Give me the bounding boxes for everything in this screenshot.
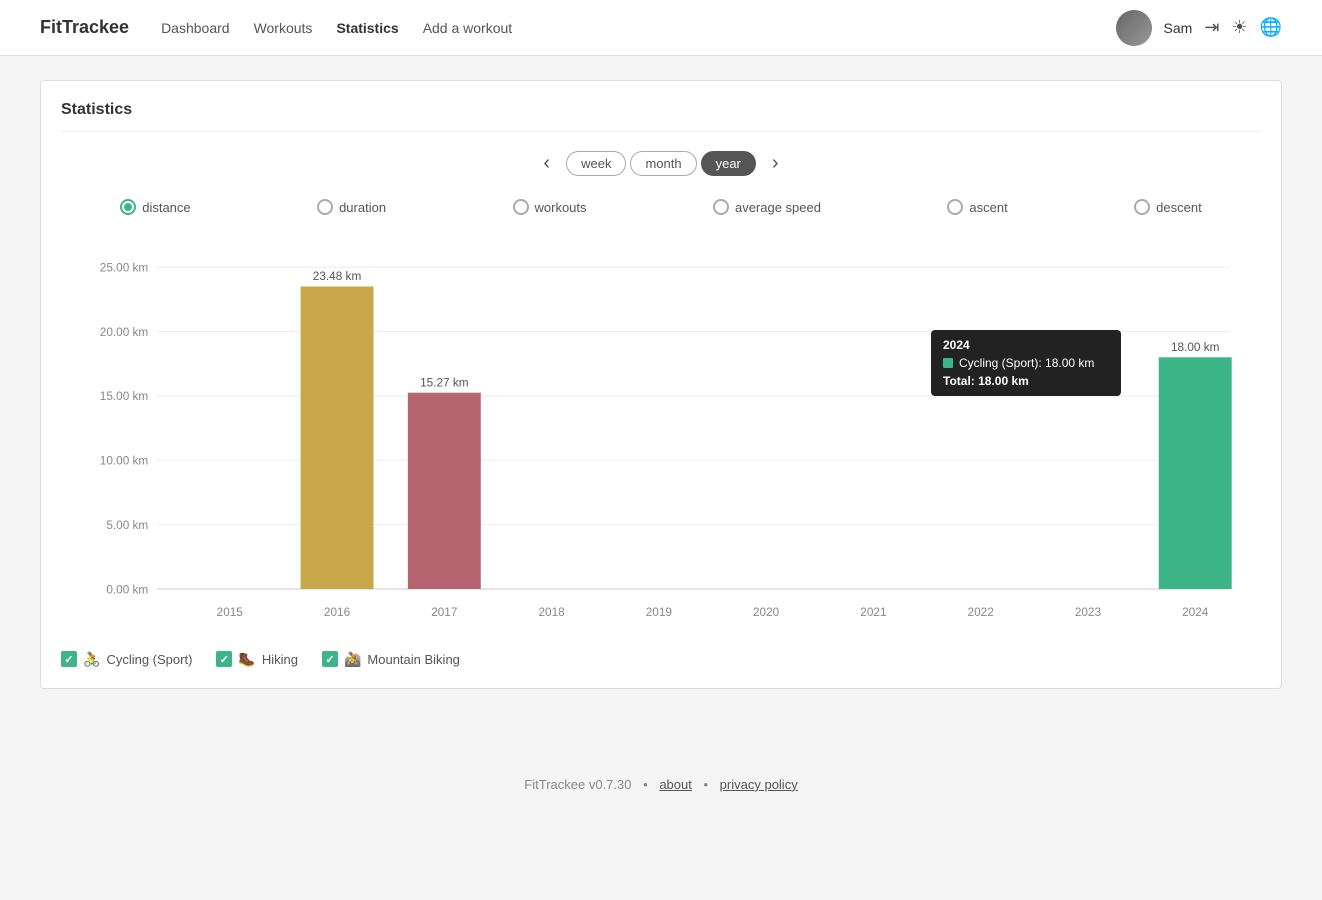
metric-ascent[interactable]: ascent (947, 199, 1007, 215)
hiking-icon: 🥾 (238, 651, 255, 668)
chart-svg: 25.00 km 20.00 km 15.00 km 10.00 km 5.00… (71, 235, 1251, 632)
footer-brand: FitTrackee (524, 777, 585, 792)
nav-workouts[interactable]: Workouts (254, 20, 313, 36)
svg-text:15.27 km: 15.27 km (420, 376, 469, 389)
metric-ascent-label: ascent (969, 200, 1007, 215)
radio-ascent (947, 199, 963, 215)
svg-text:2023: 2023 (1075, 606, 1102, 619)
legend-mtb-label: Mountain Biking (367, 652, 460, 667)
svg-text:15.00 km: 15.00 km (100, 390, 149, 403)
metric-workouts-label: workouts (535, 200, 587, 215)
logout-icon[interactable]: ⇥ (1204, 17, 1219, 38)
svg-text:5.00 km: 5.00 km (106, 519, 148, 532)
nav-statistics[interactable]: Statistics (336, 20, 398, 36)
legend-checkbox-hiking (216, 651, 232, 667)
period-month-button[interactable]: month (630, 151, 696, 176)
bar-2024[interactable] (1159, 357, 1232, 589)
period-controls: ‹ week month year › (61, 148, 1261, 179)
svg-text:2016: 2016 (324, 606, 351, 619)
footer-about-link[interactable]: about (659, 777, 692, 792)
svg-text:25.00 km: 25.00 km (100, 261, 149, 274)
legend-cycling-label: Cycling (Sport) (106, 652, 192, 667)
svg-text:23.48 km: 23.48 km (313, 270, 362, 283)
svg-text:2020: 2020 (753, 606, 780, 619)
legend-mountain-biking[interactable]: 🚵 Mountain Biking (322, 651, 460, 668)
svg-text:2017: 2017 (431, 606, 457, 619)
metric-descent-label: descent (1156, 200, 1202, 215)
card-title: Statistics (61, 101, 1261, 132)
metric-distance-label: distance (142, 200, 190, 215)
cycling-icon: 🚴 (83, 651, 100, 668)
metric-duration[interactable]: duration (317, 199, 386, 215)
metric-duration-label: duration (339, 200, 386, 215)
svg-text:2024: 2024 (1182, 606, 1209, 619)
legend-checkbox-cycling (61, 651, 77, 667)
nav-add-workout[interactable]: Add a workout (423, 20, 513, 36)
radio-workouts (513, 199, 529, 215)
navbar-right: Sam ⇥ ☀ 🌐 (1116, 10, 1282, 46)
svg-text:0.00 km: 0.00 km (106, 583, 148, 596)
radio-duration (317, 199, 333, 215)
main-content: Statistics ‹ week month year › distance … (0, 56, 1322, 713)
brand-link[interactable]: FitTrackee (40, 17, 129, 38)
metric-workouts[interactable]: workouts (513, 199, 587, 215)
svg-text:2018: 2018 (538, 606, 565, 619)
svg-text:2022: 2022 (968, 606, 994, 619)
statistics-card: Statistics ‹ week month year › distance … (40, 80, 1282, 689)
metric-descent[interactable]: descent (1134, 199, 1202, 215)
theme-icon[interactable]: ☀ (1231, 17, 1247, 38)
radio-distance (120, 199, 136, 215)
svg-text:20.00 km: 20.00 km (100, 326, 149, 339)
metric-distance[interactable]: distance (120, 199, 190, 215)
legend-checkbox-mtb (322, 651, 338, 667)
svg-text:2015: 2015 (217, 606, 244, 619)
mtb-icon: 🚵 (344, 651, 361, 668)
legend-cycling[interactable]: 🚴 Cycling (Sport) (61, 651, 192, 668)
footer-sep2: • (703, 777, 708, 792)
footer-version: v0.7.30 (589, 777, 632, 792)
svg-text:18.00 km: 18.00 km (1171, 341, 1220, 354)
legend-hiking-label: Hiking (262, 652, 298, 667)
avatar (1116, 10, 1152, 46)
period-buttons: week month year (566, 151, 756, 176)
language-icon[interactable]: 🌐 (1260, 17, 1282, 38)
bar-2017[interactable] (408, 393, 481, 589)
metric-selector: distance duration workouts average speed… (61, 199, 1261, 215)
metric-avg-speed-label: average speed (735, 200, 821, 215)
footer-sep1: • (643, 777, 648, 792)
radio-descent (1134, 199, 1150, 215)
svg-text:10.00 km: 10.00 km (100, 455, 149, 468)
svg-text:2019: 2019 (646, 606, 672, 619)
metric-avg-speed[interactable]: average speed (713, 199, 821, 215)
footer-privacy-link[interactable]: privacy policy (720, 777, 798, 792)
chart-area: 25.00 km 20.00 km 15.00 km 10.00 km 5.00… (71, 235, 1251, 635)
nav-dashboard[interactable]: Dashboard (161, 20, 230, 36)
nav-links: Dashboard Workouts Statistics Add a work… (161, 20, 1115, 36)
avatar-image (1116, 10, 1152, 46)
next-period-button[interactable]: › (764, 148, 787, 179)
prev-period-button[interactable]: ‹ (535, 148, 558, 179)
radio-avg-speed (713, 199, 729, 215)
username-label: Sam (1164, 20, 1193, 36)
navbar: FitTrackee Dashboard Workouts Statistics… (0, 0, 1322, 56)
legend-hiking[interactable]: 🥾 Hiking (216, 651, 298, 668)
period-week-button[interactable]: week (566, 151, 626, 176)
svg-text:2021: 2021 (860, 606, 886, 619)
bar-2016[interactable] (301, 286, 374, 589)
footer: FitTrackee v0.7.30 • about • privacy pol… (0, 753, 1322, 816)
period-year-button[interactable]: year (701, 151, 756, 176)
chart-legend: 🚴 Cycling (Sport) 🥾 Hiking 🚵 Mountain Bi… (61, 651, 1261, 668)
